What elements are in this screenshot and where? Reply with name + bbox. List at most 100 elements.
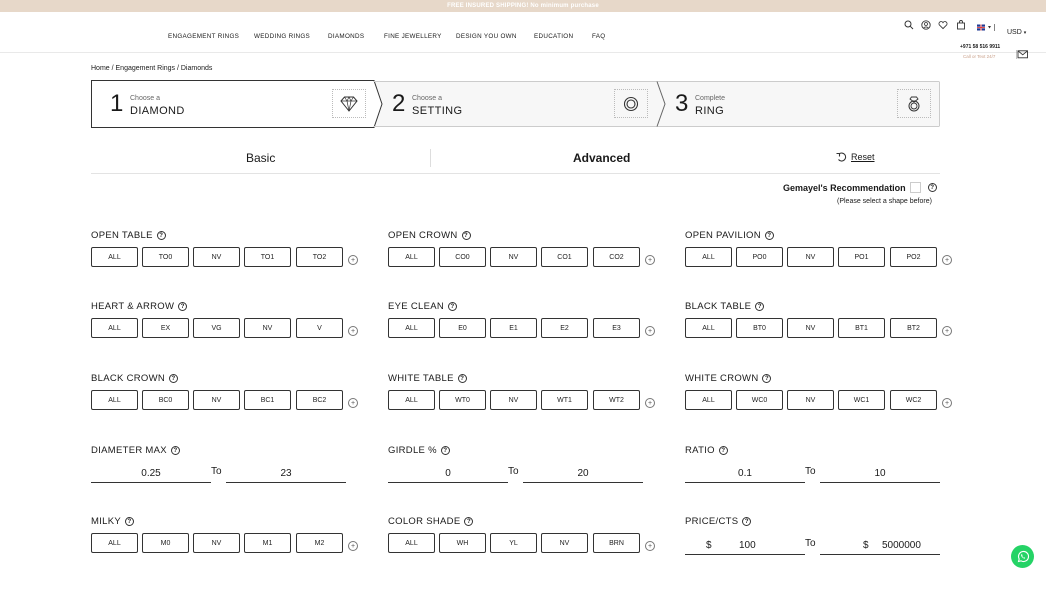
option-button[interactable]: WC0 <box>736 390 783 410</box>
plus-icon[interactable]: + <box>645 326 655 336</box>
step-choose-setting[interactable]: 2 Choose a SETTING <box>374 80 657 128</box>
range-from-input[interactable]: 0.25 <box>91 466 211 483</box>
plus-icon[interactable]: + <box>348 398 358 408</box>
option-button[interactable]: YL <box>490 533 537 553</box>
option-button[interactable]: NV <box>193 390 240 410</box>
plus-icon[interactable]: + <box>348 541 358 551</box>
help-icon[interactable]: ? <box>169 374 179 383</box>
option-button[interactable]: CO0 <box>439 247 486 267</box>
option-button[interactable]: WT0 <box>439 390 486 410</box>
help-icon[interactable]: ? <box>457 374 467 383</box>
option-button[interactable]: PO1 <box>838 247 885 267</box>
option-button[interactable]: ALL <box>685 318 732 338</box>
option-button[interactable]: CO2 <box>593 247 640 267</box>
whatsapp-icon[interactable] <box>1011 545 1034 568</box>
help-icon[interactable]: ? <box>927 183 937 192</box>
nav-diamonds[interactable]: DIAMONDS <box>328 33 364 40</box>
option-button[interactable]: WH <box>439 533 486 553</box>
option-button[interactable]: BRN <box>593 533 640 553</box>
option-button[interactable]: NV <box>193 247 240 267</box>
phone-number[interactable]: +971 58 516 9911 <box>960 44 1000 50</box>
plus-icon[interactable]: + <box>645 255 655 265</box>
help-icon[interactable]: ? <box>762 374 772 383</box>
option-button[interactable]: TO0 <box>142 247 189 267</box>
nav-wedding-rings[interactable]: WEDDING RINGS <box>254 33 310 40</box>
option-button[interactable]: NV <box>541 533 588 553</box>
option-button[interactable]: BC2 <box>296 390 343 410</box>
option-button[interactable]: ALL <box>388 247 435 267</box>
bag-icon[interactable] <box>956 17 966 35</box>
option-button[interactable]: ALL <box>388 533 435 553</box>
option-button[interactable]: V <box>296 318 343 338</box>
option-button[interactable]: ALL <box>91 247 138 267</box>
option-button[interactable]: M0 <box>142 533 189 553</box>
flag-icon[interactable] <box>977 18 995 36</box>
help-icon[interactable]: ? <box>440 446 450 455</box>
option-button[interactable]: TO1 <box>244 247 291 267</box>
nav-design-you-own[interactable]: DESIGN YOU OWN <box>456 33 517 40</box>
account-icon[interactable] <box>921 17 931 35</box>
option-button[interactable]: NV <box>193 533 240 553</box>
plus-icon[interactable]: + <box>348 326 358 336</box>
help-icon[interactable]: ? <box>125 517 135 526</box>
option-button[interactable]: VG <box>193 318 240 338</box>
search-icon[interactable] <box>904 17 914 35</box>
option-button[interactable]: BC0 <box>142 390 189 410</box>
option-button[interactable]: BT2 <box>890 318 937 338</box>
plus-icon[interactable]: + <box>645 541 655 551</box>
option-button[interactable]: ALL <box>91 533 138 553</box>
plus-icon[interactable]: + <box>942 398 952 408</box>
help-icon[interactable]: ? <box>448 302 458 311</box>
option-button[interactable]: E3 <box>593 318 640 338</box>
nav-engagement-rings[interactable]: ENGAGEMENT RINGS <box>168 33 239 40</box>
range-to-input[interactable]: 10 <box>820 466 940 483</box>
plus-icon[interactable]: + <box>645 398 655 408</box>
nav-faq[interactable]: FAQ <box>592 33 606 40</box>
option-button[interactable]: ALL <box>91 318 138 338</box>
tab-basic[interactable]: Basic <box>246 151 275 165</box>
option-button[interactable]: WT1 <box>541 390 588 410</box>
option-button[interactable]: NV <box>490 247 537 267</box>
option-button[interactable]: ALL <box>388 390 435 410</box>
option-button[interactable]: TO2 <box>296 247 343 267</box>
option-button[interactable]: ALL <box>388 318 435 338</box>
option-button[interactable]: WC2 <box>890 390 937 410</box>
help-icon[interactable]: ? <box>156 231 166 240</box>
option-button[interactable]: WC1 <box>838 390 885 410</box>
option-button[interactable]: NV <box>787 390 834 410</box>
nav-fine-jewellery[interactable]: FINE JEWELLERY <box>384 33 442 40</box>
tab-advanced[interactable]: Advanced <box>573 151 630 165</box>
nav-education[interactable]: EDUCATION <box>534 33 573 40</box>
option-button[interactable]: WT2 <box>593 390 640 410</box>
option-button[interactable]: E1 <box>490 318 537 338</box>
mail-icon[interactable] <box>1015 46 1028 64</box>
option-button[interactable]: BT1 <box>838 318 885 338</box>
recommendation-checkbox[interactable] <box>909 182 921 193</box>
option-button[interactable]: E0 <box>439 318 486 338</box>
help-icon[interactable]: ? <box>764 231 774 240</box>
help-icon[interactable]: ? <box>755 302 765 311</box>
option-button[interactable]: ALL <box>685 247 732 267</box>
option-button[interactable]: NV <box>787 247 834 267</box>
help-icon[interactable]: ? <box>461 231 471 240</box>
breadcrumb[interactable]: Home / Engagement Rings / Diamonds <box>91 65 212 72</box>
option-button[interactable]: E2 <box>541 318 588 338</box>
step-complete-ring[interactable]: 3 Complete RING <box>657 80 940 128</box>
plus-icon[interactable]: + <box>348 255 358 265</box>
help-icon[interactable]: ? <box>464 517 474 526</box>
range-from-input[interactable]: 0.1 <box>685 466 805 483</box>
range-to-input[interactable]: 20 <box>523 466 643 483</box>
option-button[interactable]: BC1 <box>244 390 291 410</box>
range-from-input[interactable]: $ 100 <box>685 538 805 555</box>
step-choose-diamond[interactable]: 1 Choose a DIAMOND <box>91 80 374 128</box>
option-button[interactable]: NV <box>490 390 537 410</box>
option-button[interactable]: ALL <box>685 390 732 410</box>
option-button[interactable]: PO0 <box>736 247 783 267</box>
option-button[interactable]: NV <box>787 318 834 338</box>
plus-icon[interactable]: + <box>942 255 952 265</box>
option-button[interactable]: PO2 <box>890 247 937 267</box>
range-to-input[interactable]: $ 5000000 <box>820 538 940 555</box>
help-icon[interactable]: ? <box>718 446 728 455</box>
currency-select[interactable]: USD ▾ <box>1007 29 1026 36</box>
option-button[interactable]: M1 <box>244 533 291 553</box>
